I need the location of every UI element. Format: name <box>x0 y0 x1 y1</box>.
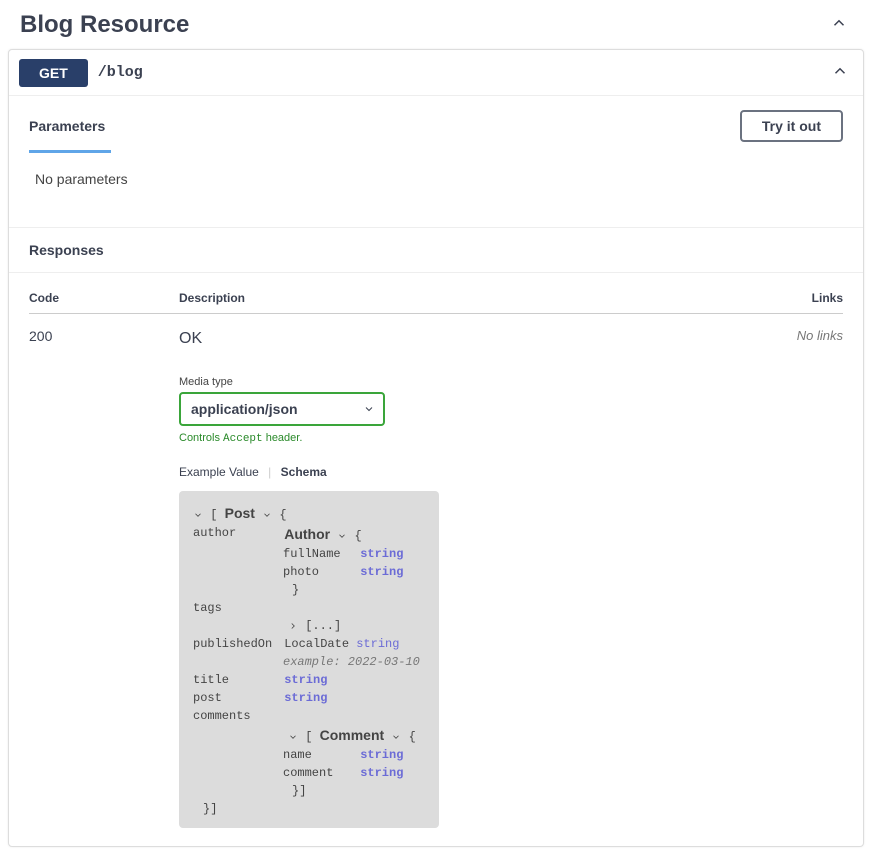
operation-block: GET /blog Parameters Try it out No param… <box>8 49 864 847</box>
response-ok: OK <box>179 330 783 348</box>
chevron-down-icon[interactable] <box>337 531 347 541</box>
media-type-label: Media type <box>179 376 783 388</box>
media-type-select[interactable]: application/json <box>179 392 385 426</box>
col-header-links: Links <box>783 291 843 305</box>
example-schema-tabs: Example Value | Schema <box>179 465 783 479</box>
operation-summary[interactable]: GET /blog <box>9 50 863 96</box>
section-title: Blog Resource <box>20 11 189 39</box>
section-header[interactable]: Blog Resource <box>0 0 872 49</box>
col-header-code: Code <box>29 291 179 305</box>
parameters-header: Parameters Try it out <box>9 96 863 150</box>
model-comment: Comment <box>320 727 385 743</box>
model-author: Author <box>284 526 330 542</box>
response-code: 200 <box>29 328 179 828</box>
response-links: No links <box>783 328 843 828</box>
chevron-down-icon[interactable] <box>193 510 203 520</box>
responses-table: Code Description Links 200 OK Media type… <box>9 273 863 846</box>
chevron-up-icon <box>830 14 848 32</box>
tab-schema[interactable]: Schema <box>281 465 327 479</box>
chevron-down-icon[interactable] <box>288 732 298 742</box>
parameters-title: Parameters <box>29 118 105 134</box>
chevron-right-icon[interactable] <box>288 621 298 631</box>
collapse-section-button[interactable] <box>826 10 852 39</box>
chevron-up-icon <box>831 62 849 80</box>
operation-path: /blog <box>98 64 143 81</box>
no-parameters-text: No parameters <box>9 153 863 227</box>
chevron-down-icon[interactable] <box>262 510 272 520</box>
response-row: 200 OK Media type application/json Contr… <box>29 314 843 828</box>
controls-accept-note: Controls Accept header. <box>179 432 783 445</box>
chevron-down-icon[interactable] <box>391 732 401 742</box>
tab-example-value[interactable]: Example Value <box>179 465 259 479</box>
col-header-description: Description <box>179 291 783 305</box>
model-post: Post <box>225 505 255 521</box>
try-it-out-button[interactable]: Try it out <box>740 110 843 142</box>
method-badge: GET <box>19 59 88 87</box>
responses-header-row: Code Description Links <box>29 273 843 314</box>
responses-title: Responses <box>9 227 863 273</box>
collapse-operation-button[interactable] <box>827 58 853 87</box>
response-description: OK Media type application/json Controls … <box>179 328 783 828</box>
schema-box: [ Post { author Author { fullName string… <box>179 491 439 828</box>
